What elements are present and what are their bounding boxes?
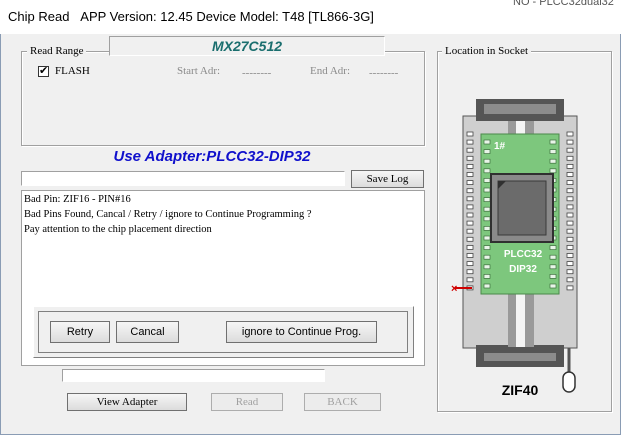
read-button[interactable]: Read [211,393,283,411]
socket-pin-left [466,244,474,250]
adapter-pin-left [483,274,491,279]
socket-pin-left [466,196,474,202]
adapter-pin-left [483,235,491,241]
socket-pin-left [466,212,474,218]
adapter-pin-left [483,254,491,260]
adapter-label-dip32: DIP32 [509,264,537,275]
adapter-pin-left [483,283,491,289]
socket-pin-left [466,188,474,194]
log-line: Bad Pin: ZIF16 - PIN#16 [24,194,131,205]
adapter-pin-right [549,283,557,289]
socket-pin-left [466,155,474,161]
save-log-button[interactable]: Save Log [351,170,424,188]
plcc-chip [490,173,554,243]
end-address-label: End Adr: [310,65,351,77]
socket-pin-left [466,261,474,267]
zif-socket-diagram: 1# PLCC32 DIP32 × [451,99,578,393]
socket-pin-right [566,196,574,202]
socket-pin-right [566,131,574,137]
adapter-pin-right [549,158,557,164]
socket-pin-right [566,228,574,234]
chip-name-display: MX27C512 [109,36,385,56]
view-adapter-button[interactable]: View Adapter [67,393,187,411]
socket-pin-right [566,139,574,145]
start-address-value[interactable]: -------- [242,67,271,79]
start-address-label: Start Adr: [177,65,221,77]
read-range-label: Read Range [27,45,87,57]
socket-pin-left [466,253,474,258]
socket-pin-right [566,253,574,258]
socket-name: ZIF40 [501,382,539,398]
progress-bar [62,369,325,382]
adapter-pin-left [483,245,491,250]
adapter-pin-left [483,226,491,231]
adapter-pin-left [483,149,491,154]
socket-pin-right [566,204,574,210]
socket-pin-right [566,244,574,250]
adapter-pin-right [549,139,557,145]
end-address-value[interactable]: -------- [369,67,398,79]
adapter-pin-left [483,197,491,202]
window-title: Chip Read APP Version: 12.45 Device Mode… [8,9,374,24]
adapter-pin-left [483,139,491,145]
cancel-button[interactable]: Cancal [116,321,179,343]
adapter-pin-right [549,254,557,260]
socket-pin-left [466,147,474,153]
socket-pin-left [466,277,474,283]
status-field [21,171,345,186]
socket-pin-left [466,204,474,210]
window-title-label: Chip Read [8,9,70,24]
adapter-pin-left [483,206,491,212]
socket-pin-right [566,261,574,267]
adapter-pin-right [549,168,557,174]
log-line: Bad Pins Found, Cancal / Retry / ignore … [24,209,312,220]
socket-pin-left [466,220,474,226]
adapter-pin-left [483,264,491,270]
flash-label: FLASH [55,65,90,77]
socket-pin-left [466,269,474,275]
adapter-pin-right [549,149,557,154]
socket-location-label: Location in Socket [442,45,532,57]
ignore-continue-button[interactable]: ignore to Continue Prog. [226,321,377,343]
socket-pin-right [566,236,574,242]
socket-pin-right [566,172,574,177]
background-window-text: NO - PLCC32dual32 [513,0,614,8]
bad-pin-x-icon: × [451,283,457,295]
socket-pin-left [466,164,474,169]
log-line: Pay attention to the chip placement dire… [24,224,212,235]
adapter-pin-left [483,187,491,193]
socket-pin-right [566,220,574,226]
socket-pin-right [566,212,574,218]
socket-pin-right [566,188,574,194]
check-mark-icon: ✔ [39,65,49,77]
flash-checkbox[interactable]: ✔ [38,66,49,77]
adapter-notice: Use Adapter:PLCC32-DIP32 [113,148,311,165]
socket-pin-left [466,131,474,137]
adapter-pin-left [483,216,491,222]
log-lines: Bad Pin: ZIF16 - PIN#16 Bad Pins Found, … [24,192,312,237]
adapter-pin-right [549,274,557,279]
socket-pin-right [566,155,574,161]
socket-pin-left [466,228,474,234]
adapter-pin-left [483,178,491,183]
adapter-pin-left [483,168,491,174]
adapter-pin-left [483,158,491,164]
socket-pin-right [566,164,574,169]
socket-pin-right [566,277,574,283]
socket-pin-right [566,180,574,185]
socket-pin-left [466,139,474,145]
back-button[interactable]: BACK [304,393,381,411]
socket-pin-left [466,180,474,185]
socket-pin-left [466,236,474,242]
socket-pin-right [566,147,574,153]
socket-pin-right [566,269,574,275]
pin1-label: 1# [494,141,506,152]
app-version-label: APP Version: 12.45 Device Model: T48 [TL… [80,9,374,24]
adapter-pin-right [549,245,557,250]
socket-pin-left [466,172,474,177]
adapter-pin-right [549,264,557,270]
retry-button[interactable]: Retry [50,321,110,343]
adapter-label-plcc32: PLCC32 [504,249,543,260]
socket-pin-right [566,285,574,291]
